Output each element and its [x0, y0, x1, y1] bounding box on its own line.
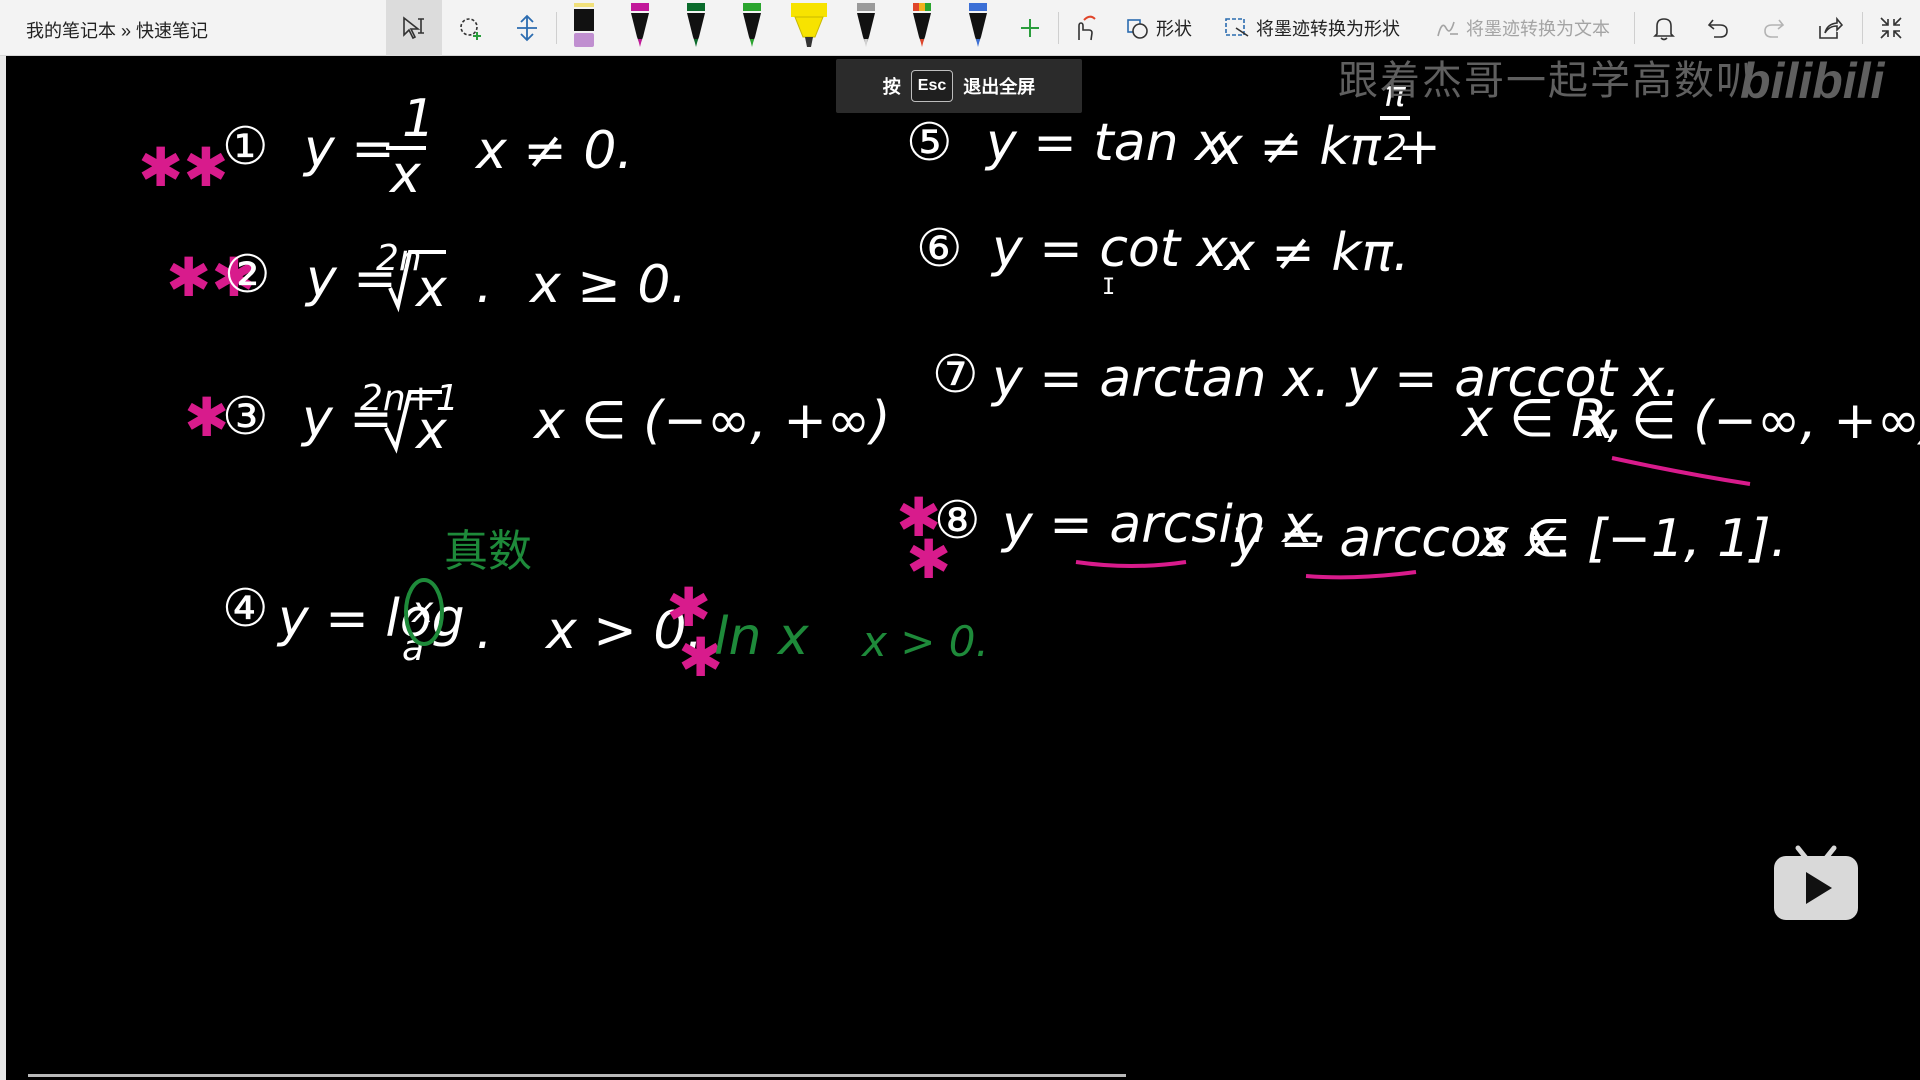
ink-to-shape-label: 将墨迹转换为形状 — [1256, 19, 1400, 39]
pen-green-icon — [743, 3, 761, 47]
pen-darkgreen-icon — [687, 3, 705, 47]
lasso-select-tool[interactable] — [448, 0, 494, 56]
notebook-breadcrumb[interactable]: 我的笔记本 » 快速笔记 — [26, 17, 208, 43]
undo-icon — [1707, 19, 1728, 38]
underline-mark — [1305, 570, 1417, 580]
text-cursor-icon: I — [1102, 275, 1115, 300]
item8-number: ⑧ — [934, 491, 981, 551]
item4-arg: x — [411, 590, 434, 631]
onenote-app: 我的笔记本 » 快速笔记 形状 将墨迹转换为形状 将墨迹转换为文本 ✱✱ ① y… — [0, 0, 1920, 1080]
item2-domain: x ≥ 0. — [528, 255, 687, 315]
bell-icon — [1653, 18, 1675, 41]
item7-number: ⑦ — [932, 345, 979, 405]
handwritten-notes: ✱✱ ① y = 1 x x ≠ 0. ✱✱ ② y = 2n x . x ≥ … — [138, 74, 1920, 689]
underline-mark — [1075, 560, 1187, 568]
item7-domain2: x ∈ (−∞, +∞) — [1582, 391, 1920, 451]
pen-galaxy-icon — [969, 3, 987, 47]
shapes-icon — [1127, 19, 1148, 39]
toolbar-divider — [1862, 12, 1863, 44]
esc-hint-prefix: 按 — [882, 77, 901, 97]
share-button[interactable] — [1808, 0, 1852, 56]
pen-magenta[interactable] — [622, 0, 658, 56]
item1-prefix: y = — [302, 119, 395, 179]
item3-domain: x ∈ (−∞, +∞) — [532, 391, 891, 451]
share-icon — [1819, 16, 1843, 39]
star-mark: ✱✱ — [138, 136, 229, 199]
item4-ln: ln x — [714, 607, 810, 667]
item4-prefix: y = log — [276, 589, 465, 649]
item6-formula: y = cot x. — [990, 219, 1244, 279]
pen-green[interactable] — [734, 0, 770, 56]
item1-domain: x ≠ 0. — [474, 121, 633, 181]
item5-formula: y = tan x — [984, 113, 1227, 173]
item3-radicand: x — [414, 401, 448, 461]
add-space-tool[interactable] — [504, 0, 550, 56]
item2-number: ② — [224, 245, 271, 305]
item1-denominator: x — [388, 145, 422, 205]
bilibili-logo: bilibili — [1740, 53, 1885, 109]
item4-ln-domain: x > 0. — [860, 617, 989, 666]
pen-rainbow-icon — [913, 3, 931, 47]
pen-black-pink-icon — [574, 3, 594, 47]
item4-dot: . — [476, 601, 493, 661]
item5-number: ⑤ — [906, 113, 953, 173]
lasso-add-icon — [460, 18, 481, 40]
item4-green-note: 真数 — [444, 526, 532, 577]
collapse-icon — [1880, 17, 1902, 39]
note-canvas[interactable]: ✱✱ ① y = 1 x x ≠ 0. ✱✱ ② y = 2n x . x ≥ … — [6, 56, 1920, 1080]
highlighter-yellow[interactable] — [786, 0, 832, 56]
add-pen-button[interactable] — [1010, 0, 1050, 56]
shape-button[interactable]: 形状 — [1126, 0, 1192, 56]
item1-numerator: 1 — [402, 89, 435, 149]
toolbar-divider — [556, 12, 557, 44]
exit-fullscreen-hint: 按 Esc 退出全屏 — [836, 59, 1082, 113]
item8-domain: x ∈ [−1, 1]. — [1476, 509, 1787, 569]
lasso-text-select-tool[interactable] — [386, 0, 442, 56]
esc-hint-suffix: 退出全屏 — [963, 77, 1036, 97]
pen-silver-icon — [857, 3, 875, 47]
item2-radicand: x — [414, 259, 448, 319]
shape-label: 形状 — [1156, 19, 1192, 39]
toolbar-divider — [1058, 12, 1059, 44]
highlighter-yellow-icon — [791, 3, 827, 47]
pen-black[interactable] — [566, 0, 602, 56]
select-text-icon — [403, 16, 424, 40]
ink-to-shape-icon — [1225, 18, 1249, 37]
pen-silver[interactable] — [848, 0, 884, 56]
insert-space-icon — [517, 14, 537, 42]
pen-dark-green[interactable] — [678, 0, 714, 56]
pen-rainbow[interactable] — [904, 0, 940, 56]
item1-number: ① — [222, 117, 269, 177]
item2-dot: . — [476, 255, 493, 315]
video-watermark: 跟着杰哥一起学高数叭 — [1338, 59, 1758, 103]
ink-to-text-label: 将墨迹转换为文本 — [1466, 19, 1610, 39]
play-button-icon[interactable] — [1772, 842, 1860, 922]
item3-number: ③ — [222, 387, 269, 447]
redo-icon — [1764, 19, 1785, 38]
touch-writing-icon — [1078, 15, 1096, 41]
underline-mark — [1611, 456, 1751, 486]
redo-button[interactable] — [1752, 0, 1796, 56]
plus-icon — [1021, 19, 1039, 37]
toolbar-divider — [1634, 12, 1635, 44]
item2-index: 2n — [376, 238, 422, 279]
item4-number: ④ — [222, 579, 269, 639]
item5-frac-den: 2 — [1384, 128, 1407, 169]
esc-key: Esc — [910, 70, 954, 102]
item6-number: ⑥ — [916, 219, 963, 279]
horizontal-scrollbar[interactable] — [28, 1074, 1126, 1077]
touch-draw-button[interactable] — [1064, 0, 1104, 56]
ink-to-text-icon — [1437, 21, 1458, 37]
exit-fullscreen-button[interactable] — [1868, 0, 1914, 56]
pen-galaxy[interactable] — [960, 0, 996, 56]
pen-magenta-icon — [631, 3, 649, 47]
item6-domain: x ≠ kπ. — [1222, 223, 1409, 283]
